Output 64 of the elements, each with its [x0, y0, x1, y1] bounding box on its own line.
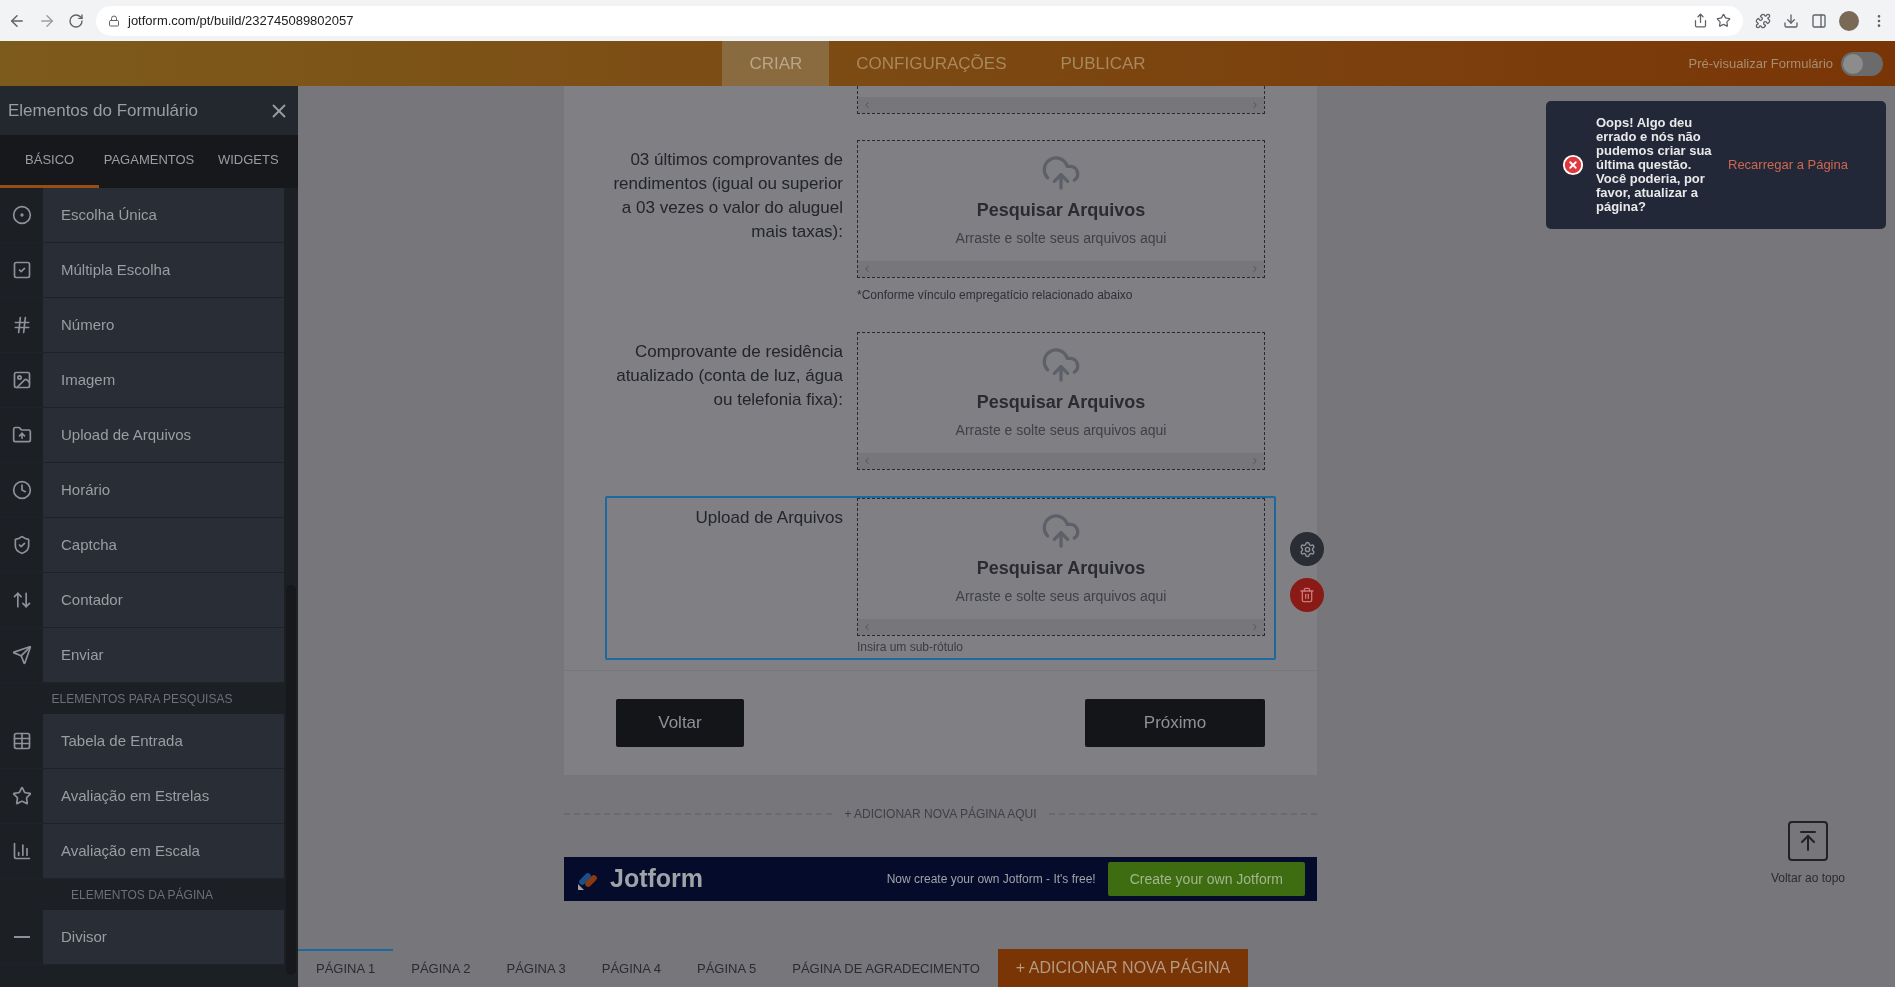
page-tab[interactable]: PÁGINA 2 — [393, 949, 489, 987]
browse-files-label: Pesquisar Arquivos — [976, 557, 1146, 580]
field-note: *Conforme vínculo empregatício relacionado abaixo — [857, 287, 1134, 304]
checkbox-icon — [11, 260, 32, 280]
panel-tab[interactable]: WIDGETS — [198, 135, 298, 188]
scroll-top-label: Voltar ao topo — [1770, 870, 1845, 887]
form-field[interactable]: Comprovante de residência atualizado (conta de luz, água ou telefonia fixa): Pesquisar Arquivos Arraste e solte seus arquivos aqui — [605, 330, 1276, 472]
page-tab[interactable]: PÁGINA 1 — [298, 949, 394, 987]
page-tab[interactable]: PÁGINA DE AGRADECIMENTO — [774, 949, 998, 987]
lock-icon — [108, 14, 120, 27]
address-bar[interactable]: jotform.com/pt/build/232745089802057 — [96, 5, 1743, 36]
reload-icon[interactable] — [68, 12, 84, 29]
page-tab[interactable]: PÁGINA 5 — [679, 949, 775, 987]
scroll-top-button[interactable] — [1787, 821, 1828, 861]
gear-icon — [1298, 540, 1316, 558]
browse-files-label: Pesquisar Arquivos — [976, 391, 1146, 414]
reload-page-link[interactable]: Recarregar a Página — [1728, 155, 1848, 175]
upload-dropzone[interactable]: Pesquisar Arquivos Arraste e solte seus arquivos aqui — [857, 498, 1265, 636]
clock-icon — [11, 480, 32, 500]
minus-icon — [13, 936, 30, 938]
drop-hint: Arraste e solte seus arquivos aqui — [955, 421, 1167, 440]
back-button[interactable]: Voltar — [616, 699, 744, 747]
drop-hint: Arraste e solte seus arquivos aqui — [955, 229, 1167, 248]
send-icon — [11, 645, 32, 665]
field-label: 03 últimos comprovantes de rendimentos (igual ou superior a 03 vezes o valor do aluguel mais taxas): — [613, 150, 843, 241]
section-heading: ELEMENTOS PARA PESQUISAS — [51, 690, 233, 708]
table-icon — [11, 731, 32, 751]
error-icon — [1562, 154, 1584, 176]
share-icon[interactable] — [1693, 13, 1708, 28]
settings-button[interactable] — [1290, 532, 1324, 566]
arrows-icon — [11, 590, 32, 610]
extensions-icon[interactable] — [1755, 12, 1771, 29]
bar-chart-icon — [11, 841, 32, 861]
brand-name: Jotform — [610, 863, 704, 895]
upload-dropzone[interactable]: Pesquisar Arquivos Arraste e solte seus arquivos aqui — [857, 140, 1265, 278]
bookmark-star-icon[interactable] — [1716, 13, 1731, 28]
page-tab[interactable]: PÁGINA 4 — [583, 949, 679, 987]
banner-tagline: Now create your own Jotform - It's free! — [886, 871, 1096, 888]
upload-dropzone[interactable]: Pesquisar Arquivos Arraste e solte seus arquivos aqui — [857, 332, 1265, 470]
folder-upload-icon — [11, 425, 32, 445]
drop-hint: Arraste e solte seus arquivos aqui — [955, 587, 1167, 606]
section-heading: ELEMENTOS DA PÁGINA — [71, 886, 213, 904]
profile-avatar[interactable] — [1839, 10, 1859, 31]
panel-title: Elementos do Formulário — [8, 99, 198, 122]
radio-icon — [11, 205, 32, 225]
field-label: Upload de Arquivos — [695, 508, 843, 527]
add-page-button[interactable]: + ADICIONAR NOVA PÁGINA — [997, 949, 1249, 987]
sublabel-field[interactable]: Insira um sub-rótulo — [857, 638, 1265, 656]
side-panel-icon[interactable] — [1811, 12, 1827, 29]
preview-toggle[interactable] — [1841, 51, 1883, 76]
trash-icon — [1299, 587, 1315, 603]
create-jotform-button[interactable]: Create your own Jotform — [1107, 862, 1305, 896]
page-tab[interactable]: PÁGINA 3 — [488, 949, 584, 987]
browse-files-label: Pesquisar Arquivos — [976, 199, 1146, 222]
error-message: Oops! Algo deu errado e nós não pudemos criar sua última questão. Você poderia, por favor, atualizar a página? — [1596, 116, 1713, 214]
next-button[interactable]: Próximo — [1085, 699, 1265, 747]
preview-label: Pré-visualizar Formulário — [1688, 54, 1833, 73]
field-label: Comprovante de residência atualizado (conta de luz, água ou telefonia fixa): — [616, 342, 843, 409]
star-icon — [11, 786, 32, 806]
url-text: jotform.com/pt/build/232745089802057 — [128, 11, 354, 30]
image-icon — [11, 370, 32, 390]
delete-button[interactable] — [1290, 578, 1324, 612]
panel-tab[interactable]: PAGAMENTOS — [99, 135, 199, 188]
download-icon[interactable] — [1783, 12, 1799, 29]
